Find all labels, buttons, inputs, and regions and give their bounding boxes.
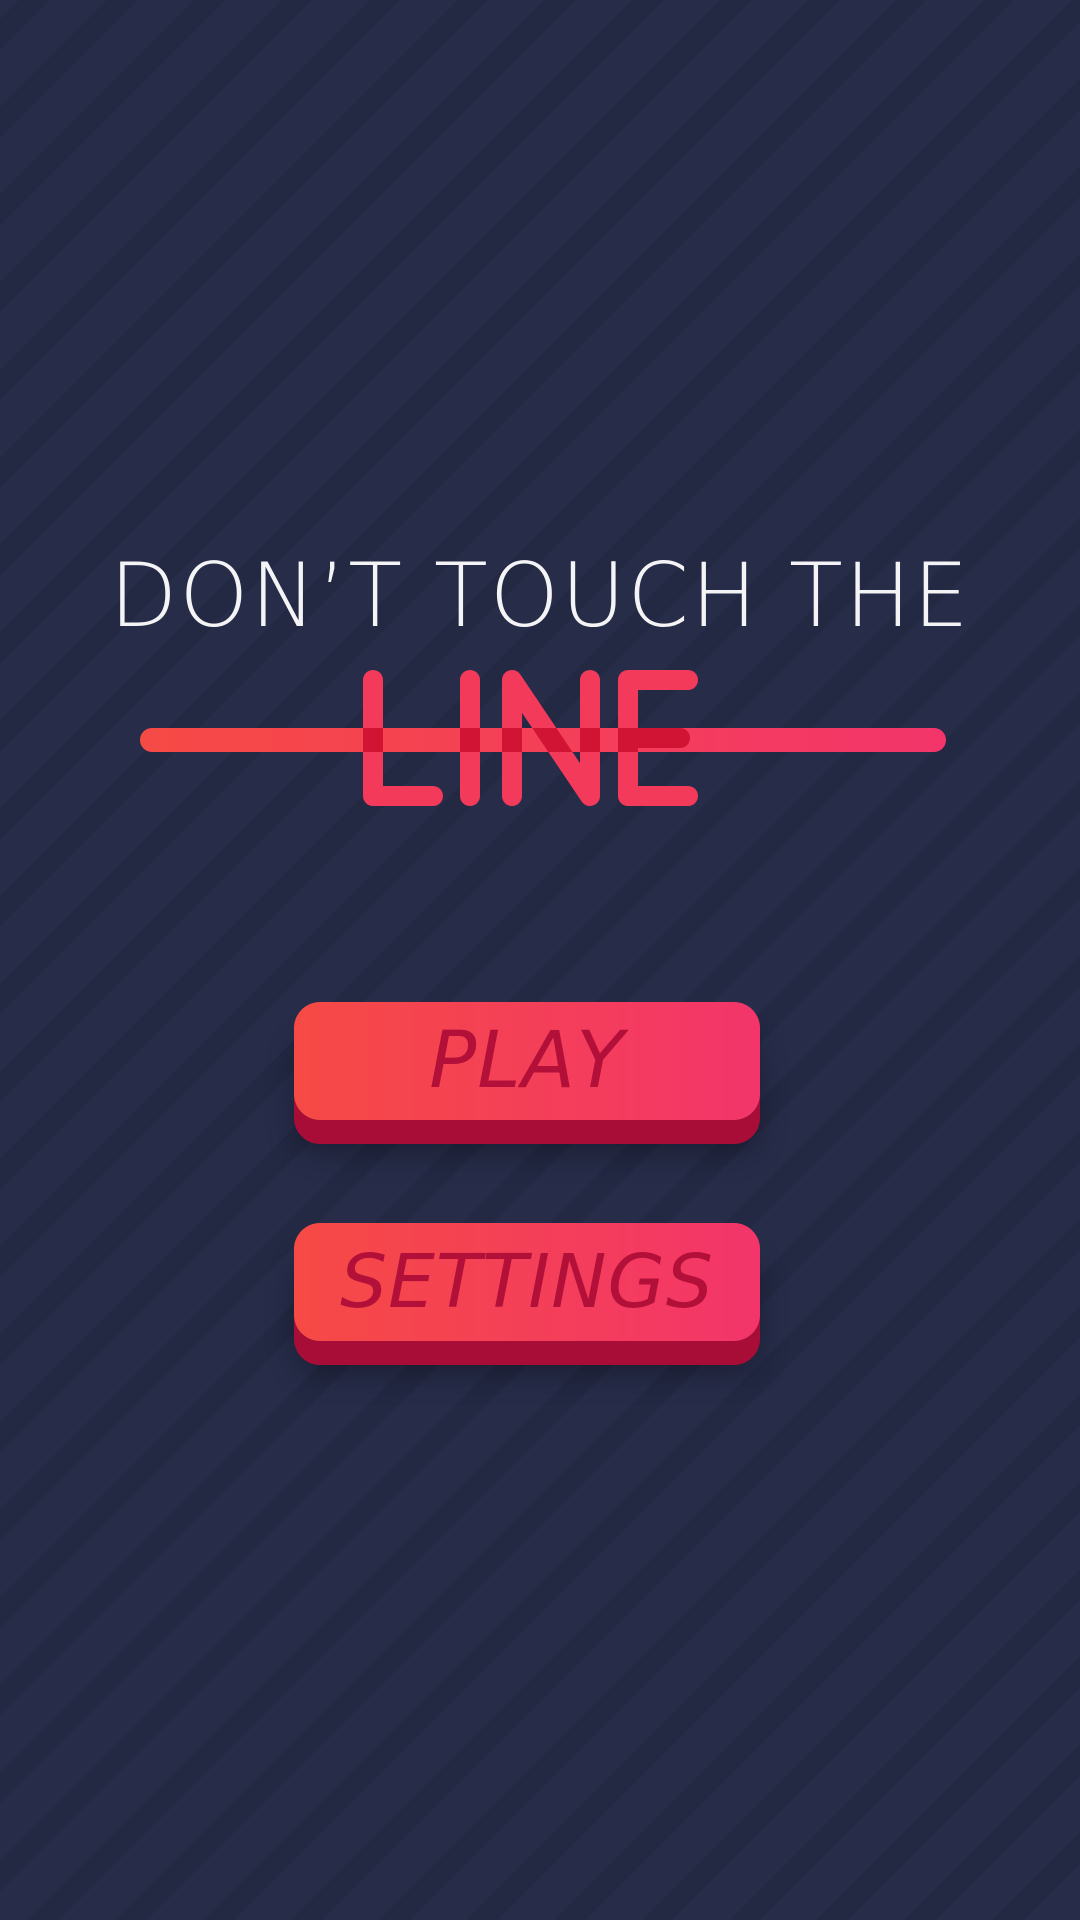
- play-button[interactable]: PLAY: [294, 1002, 760, 1120]
- main-menu-screen: DON’T TOUCH THE PLAY SETTINGS: [0, 0, 1080, 1920]
- play-button-label: PLAY: [429, 1016, 625, 1106]
- settings-button[interactable]: SETTINGS: [294, 1223, 760, 1341]
- game-title-top: DON’T TOUCH THE: [109, 544, 971, 647]
- game-title-line-logo: [140, 670, 946, 806]
- settings-button-label: SETTINGS: [340, 1239, 714, 1325]
